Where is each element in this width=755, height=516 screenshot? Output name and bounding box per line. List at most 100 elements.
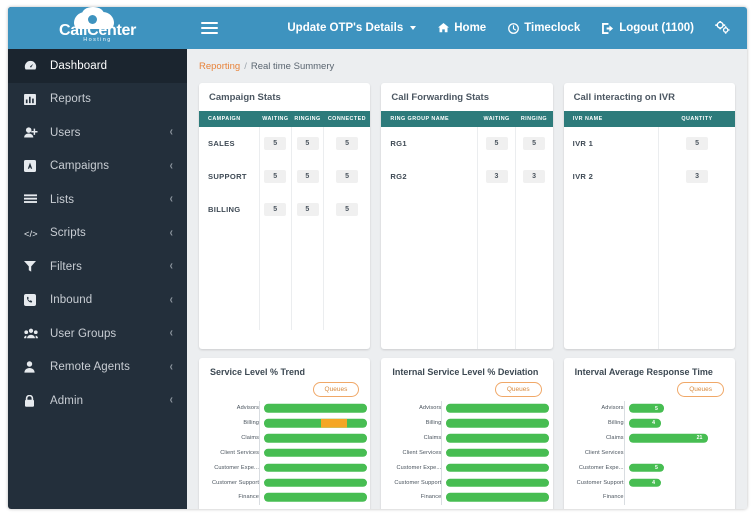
value-pill: 5: [296, 203, 319, 216]
agent-icon: [24, 361, 41, 373]
sidebar-item-scripts[interactable]: </> Scripts ‹: [8, 217, 187, 251]
logout-link[interactable]: Logout (1100): [591, 22, 705, 34]
chart-card: Service Level % Trend Queues Advisors Billi…: [199, 358, 371, 509]
update-otp-label: Update OTP's Details: [287, 22, 404, 34]
menu-toggle-icon[interactable]: [201, 21, 218, 35]
bar: [446, 404, 550, 413]
chart-row: Billing: [381, 416, 552, 431]
timeclock-link[interactable]: Timeclock: [497, 22, 591, 34]
value-pill: 5: [264, 137, 287, 150]
brand-logo[interactable]: CallCenter Hosting: [8, 7, 187, 49]
row-name: IVR 1: [563, 127, 660, 160]
bar-value-label: 5: [654, 405, 658, 412]
category-label: Finance: [603, 494, 624, 501]
card-title: Call interacting on IVR: [573, 92, 676, 103]
sidebar-item-remote-agents[interactable]: Remote Agents ‹: [8, 351, 187, 385]
sidebar-item-label: Lists: [50, 193, 75, 206]
bar: [264, 463, 368, 472]
chart-row: Customer Expe...: [199, 460, 370, 475]
stat-card: Campaign Stats CAMPAIGN WAITING RINGING CONN…: [199, 83, 371, 349]
bar-track: 4: [628, 475, 735, 490]
category-label: Customer Expe...: [578, 464, 624, 471]
sidebar-item-label: User Groups: [50, 327, 117, 340]
bar-track: [264, 431, 370, 446]
bar-chart-icon: [24, 93, 41, 105]
category-label: Finance: [238, 494, 259, 501]
table-row: BILLING 5 5 5: [199, 193, 370, 226]
bar-track: [264, 446, 370, 461]
chart-row: Billing: [199, 416, 370, 431]
row-name: RG2: [381, 160, 479, 193]
bar: [446, 463, 550, 472]
card-title: Campaign Stats: [209, 92, 281, 103]
bar-track: [446, 431, 552, 446]
chart-row: Finance: [564, 490, 735, 505]
table-header-cell: WAITING: [259, 111, 292, 127]
sidebar-item-label: Remote Agents: [50, 361, 130, 374]
sidebar-item-filters[interactable]: Filters ‹: [8, 250, 187, 284]
bar-value-label: 4: [652, 479, 656, 486]
logout-icon: [602, 22, 614, 34]
bar: [446, 448, 550, 458]
category-label: Customer Expe...: [396, 464, 442, 471]
category-label: Claims: [241, 435, 259, 442]
update-otp-menu[interactable]: Update OTP's Details: [276, 22, 427, 34]
breadcrumb: Reporting / Real time Summery: [187, 54, 747, 78]
sidebar-item-label: Users: [50, 126, 81, 139]
chevron-left-icon: ‹: [169, 360, 173, 375]
bar-track: [264, 401, 370, 416]
value-pill: 3: [686, 170, 709, 183]
sidebar-item-admin[interactable]: Admin ‹: [8, 384, 187, 418]
bar: 5: [628, 404, 664, 413]
sidebar-item-user-groups[interactable]: User Groups ‹: [8, 317, 187, 351]
row-value: 5: [659, 127, 735, 160]
category-label: Client Services: [402, 449, 442, 456]
stat-table: RING GROUP NAME WAITING RINGING RG1 5 5 RG2 3 3: [381, 111, 553, 349]
breadcrumb-parent[interactable]: Reporting: [199, 61, 240, 72]
bar-track: [629, 446, 735, 461]
bar: [446, 478, 550, 487]
bar-track: 5: [628, 460, 735, 475]
chart-rows: Advisors Billing Claims Client Services Cust…: [381, 401, 552, 505]
chart-plot: Advisors Billing Claims Client Services Cust…: [199, 401, 370, 505]
sidebar-item-lists[interactable]: Lists ‹: [8, 183, 187, 217]
category-label: Billing: [243, 420, 259, 427]
category-label: Advisors: [236, 405, 259, 412]
bar-track: [446, 446, 552, 461]
table-row-empty: [563, 245, 735, 297]
value-pill: 3: [523, 170, 546, 183]
chevron-left-icon: ‹: [169, 125, 173, 140]
home-label: Home: [454, 22, 487, 34]
sidebar-item-campaigns[interactable]: Campaigns ‹: [8, 150, 187, 184]
sidebar-item-reports[interactable]: Reports: [8, 83, 187, 117]
table-row: RG2 3 3: [381, 160, 552, 193]
chart-title: Interval Average Response Time: [574, 367, 713, 377]
bar-track: 21: [628, 431, 735, 446]
sidebar-item-label: Dashboard: [50, 59, 108, 72]
sidebar-item-dashboard[interactable]: Dashboard: [8, 49, 187, 83]
bar-value-label: 4: [652, 420, 656, 427]
chart-row: Client Services: [564, 446, 735, 461]
sidebar: CallCenter Hosting Dashboard Reports Users…: [8, 7, 187, 509]
bar: [446, 493, 550, 502]
table-row: SUPPORT 5 5 5: [199, 160, 370, 193]
dashboard-icon: [24, 60, 41, 71]
user-add-icon: [24, 127, 41, 138]
queues-filter-button[interactable]: Queues: [312, 382, 360, 397]
stat-card: Call Forwarding Stats RING GROUP NAME WAIT…: [381, 83, 553, 349]
queues-filter-button[interactable]: Queues: [494, 382, 542, 397]
chart-card: Interval Average Response Time Queues Advi…: [563, 358, 735, 509]
table-row-empty: [381, 245, 552, 297]
queues-filter-button[interactable]: Queues: [677, 382, 724, 397]
settings-button[interactable]: [705, 7, 739, 49]
brand-subtitle: Hosting: [83, 37, 112, 43]
sidebar-item-inbound[interactable]: Inbound ‹: [8, 284, 187, 318]
sidebar-item-users[interactable]: Users ‹: [8, 116, 187, 150]
chart-row: Claims: [381, 431, 552, 446]
stat-cards-row: Campaign Stats CAMPAIGN WAITING RINGING CONN…: [187, 78, 747, 349]
table-row-empty: [199, 226, 370, 278]
table-header-cell: IVR NAME: [563, 111, 659, 127]
chart-rows: Advisors 5 Billing 4 Claims 21 Client Services…: [564, 401, 735, 505]
bar-track: [446, 490, 552, 505]
home-link[interactable]: Home: [427, 22, 497, 34]
